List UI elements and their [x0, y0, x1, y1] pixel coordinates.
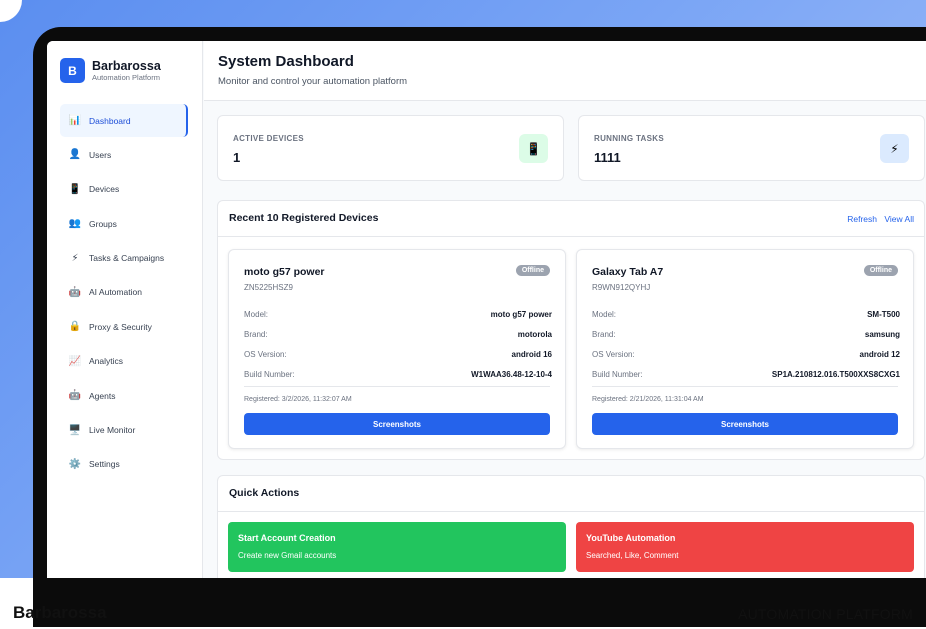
trend-icon: 📈	[68, 355, 82, 367]
device-row-model: Model: moto g57 power	[244, 309, 552, 319]
sidebar-item-label: Agents	[89, 390, 116, 401]
sidebar-item-settings[interactable]: ⚙️ Settings	[60, 448, 188, 481]
youtube-automation-button[interactable]: YouTube Automation Searched, Like, Comme…	[576, 522, 914, 572]
device-serial: ZN5225HSZ9	[244, 283, 293, 292]
recent-devices-panel: Recent 10 Registered Devices Refresh Vie…	[217, 200, 925, 460]
device-row-build: Build Number: SP1A.210812.016.T500XXS8CXG…	[592, 369, 900, 379]
sidebar-item-analytics[interactable]: 📈 Analytics	[60, 345, 188, 378]
footer-brand: Barbarossa	[13, 603, 107, 622]
sidebar-item-proxy-security[interactable]: 🔒 Proxy & Security	[60, 310, 188, 343]
action-subtitle: Create new Gmail accounts	[238, 551, 337, 560]
sidebar-item-groups[interactable]: 👥 Groups	[60, 207, 188, 240]
device-name: moto g57 power	[244, 266, 325, 278]
stat-card-active-devices: ACTIVE DEVICES 1 📱	[217, 115, 564, 181]
sidebar-item-label: Analytics	[89, 356, 124, 367]
sidebar-item-users[interactable]: 👤 Users	[60, 138, 188, 171]
page-header: System Dashboard Monitor and control you…	[204, 41, 926, 101]
device-name: Galaxy Tab A7	[592, 266, 664, 278]
lightning-icon: ⚡	[71, 252, 79, 264]
action-subtitle: Searched, Like, Comment	[586, 551, 679, 560]
sidebar-item-dashboard[interactable]: 📊 Dashboard	[60, 104, 188, 137]
monitor-icon: 🖥️	[68, 424, 82, 436]
lock-icon: 🔒	[68, 321, 82, 333]
sidebar-item-label: Users	[89, 149, 112, 160]
phone-icon: 📱	[68, 183, 82, 195]
action-title: Start Account Creation	[238, 533, 336, 543]
user-icon: 👤	[68, 149, 82, 161]
sidebar-item-label: Devices	[89, 184, 120, 195]
registered-date: Registered: 2/21/2026, 11:31:04 AM	[592, 396, 704, 403]
sidebar-item-ai-automation[interactable]: 🤖 AI Automation	[60, 276, 188, 309]
device-card: Galaxy Tab A7 R9WN912QYHJ Offline Model:…	[576, 249, 914, 449]
sidebar-item-label: Tasks & Campaigns	[89, 253, 165, 264]
page-subtitle: Monitor and control your automation plat…	[218, 76, 408, 87]
footer-tagline: AUTOMATION PLATFORM	[738, 606, 913, 622]
divider	[592, 386, 898, 387]
robot-icon: 🤖	[68, 286, 82, 298]
device-card: moto g57 power ZN5225HSZ9 Offline Model:…	[228, 249, 566, 449]
stat-label: ACTIVE DEVICES	[233, 134, 304, 143]
device-serial: R9WN912QYHJ	[592, 283, 651, 292]
start-account-creation-button[interactable]: Start Account Creation Create new Gmail …	[228, 522, 566, 572]
status-badge: Offline	[863, 265, 898, 276]
panel-title: Recent 10 Registered Devices	[229, 212, 379, 224]
screenshots-button[interactable]: Screenshots	[244, 413, 550, 435]
sidebar-item-label: Groups	[89, 218, 117, 229]
sidebar-item-tasks-campaigns[interactable]: ⚡ Tasks & Campaigns	[60, 242, 188, 275]
screenshots-button[interactable]: Screenshots	[592, 413, 898, 435]
gear-icon: ⚙️	[68, 458, 82, 470]
quick-actions-panel: Quick Actions Start Account Creation Cre…	[217, 475, 925, 578]
sidebar-item-label: Live Monitor	[89, 425, 136, 436]
stat-value: 1111	[594, 150, 621, 165]
backdrop-corner	[0, 0, 22, 22]
device-row-os: OS Version: android 12	[592, 349, 900, 359]
registered-date: Registered: 3/2/2026, 11:32:07 AM	[244, 396, 352, 403]
brand[interactable]: B Barbarossa Automation Platform	[60, 58, 161, 83]
lightning-icon: ⚡	[880, 134, 909, 163]
brand-name: Barbarossa	[92, 58, 161, 73]
sidebar-item-live-monitor[interactable]: 🖥️ Live Monitor	[60, 414, 188, 447]
sidebar-item-agents[interactable]: 🤖 Agents	[60, 379, 188, 412]
view-all-link[interactable]: View All	[884, 214, 914, 224]
page-title: System Dashboard	[218, 53, 354, 70]
app-screen: B Barbarossa Automation Platform 📊 Dashbo…	[47, 41, 926, 578]
phone-icon: 📱	[519, 134, 548, 163]
sidebar-item-label: Proxy & Security	[89, 321, 152, 332]
device-row-brand: Brand: samsung	[592, 329, 900, 339]
brand-subtitle: Automation Platform	[92, 72, 160, 82]
group-icon: 👥	[68, 218, 82, 230]
device-row-build: Build Number: W1WAA36.48-12-10-4	[244, 369, 552, 379]
device-row-brand: Brand: motorola	[244, 329, 552, 339]
sidebar-nav: 📊 Dashboard 👤 Users 📱 Devices 👥 Groups ⚡ Tasks & …	[60, 104, 188, 482]
brand-logo: B	[60, 58, 85, 83]
stat-card-running-tasks: RUNNING TASKS 1111 ⚡	[578, 115, 925, 181]
device-row-model: Model: SM-T500	[592, 309, 900, 319]
stat-value: 1	[233, 150, 241, 165]
device-row-os: OS Version: android 16	[244, 349, 552, 359]
action-title: YouTube Automation	[586, 533, 676, 543]
status-badge: Offline	[515, 265, 550, 276]
refresh-link[interactable]: Refresh	[847, 214, 877, 224]
sidebar-item-label: AI Automation	[89, 287, 142, 298]
robot-icon: 🤖	[68, 390, 82, 402]
divider	[244, 386, 550, 387]
sidebar-item-devices[interactable]: 📱 Devices	[60, 173, 188, 206]
chart-icon: 📊	[68, 115, 82, 126]
sidebar-item-label: Dashboard	[89, 115, 131, 126]
stat-label: RUNNING TASKS	[594, 134, 664, 143]
sidebar: B Barbarossa Automation Platform 📊 Dashbo…	[47, 41, 203, 578]
sidebar-item-label: Settings	[89, 459, 120, 470]
panel-title: Quick Actions	[229, 487, 300, 499]
